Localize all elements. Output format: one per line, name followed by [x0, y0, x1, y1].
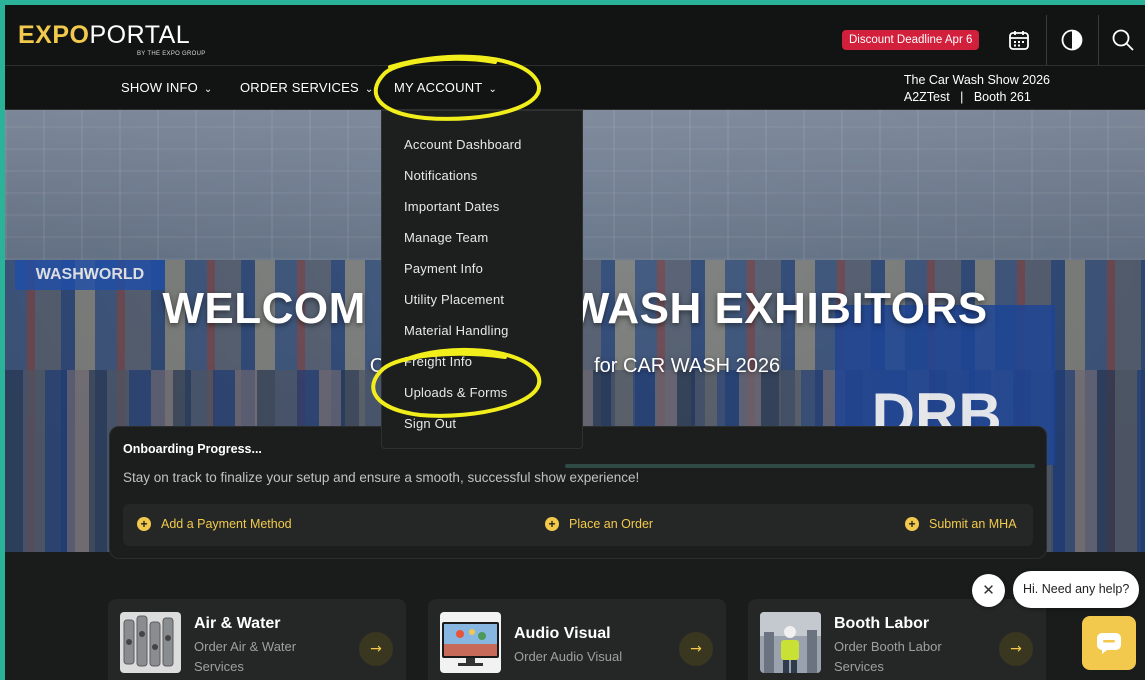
menu-item-notifications[interactable]: Notifications — [404, 168, 477, 183]
expoportal-logo[interactable]: EXPOPORTAL BY THE EXPO GROUP — [18, 21, 205, 58]
nav-order-services[interactable]: ORDER SERVICES ⌄ — [240, 80, 373, 95]
menu-item-account-dashboard[interactable]: Account Dashboard — [404, 137, 522, 152]
chat-close-button[interactable]: ✕ — [972, 574, 1005, 607]
contrast-icon[interactable] — [1051, 15, 1093, 65]
nav-order-services-label: ORDER SERVICES — [240, 80, 359, 95]
company-name: A2ZTest — [903, 90, 950, 104]
menu-item-important-dates[interactable]: Important Dates — [404, 199, 500, 214]
plus-circle-icon: + — [905, 517, 919, 531]
worker-thumbnail — [760, 612, 821, 673]
chat-launcher-button[interactable] — [1082, 616, 1136, 670]
plus-circle-icon: + — [137, 517, 151, 531]
arrow-right-icon[interactable]: → — [679, 632, 713, 666]
toolbar-divider — [1098, 15, 1099, 65]
arrow-right-icon[interactable]: → — [999, 632, 1033, 666]
card-title: Air & Water — [194, 615, 281, 632]
chevron-down-icon: ⌄ — [364, 84, 374, 95]
place-order-button[interactable]: + Place an Order — [545, 517, 653, 531]
card-subtitle: Order Audio Visual — [514, 649, 623, 664]
nav-my-account-label: MY ACCOUNT — [394, 80, 483, 95]
nav-show-info-label: SHOW INFO — [121, 80, 198, 95]
add-payment-method-button[interactable]: + Add a Payment Method — [137, 517, 292, 531]
calendar-icon[interactable] — [998, 15, 1040, 65]
arrow-right-icon[interactable]: → — [359, 632, 393, 666]
plus-circle-icon: + — [545, 517, 559, 531]
my-account-dropdown: Account Dashboard Notifications Importan… — [381, 110, 583, 449]
chevron-down-icon: ⌄ — [488, 84, 498, 95]
submit-mha-button[interactable]: + Submit an MHA — [905, 517, 1017, 531]
show-name: The Car Wash Show 2026 — [903, 73, 1050, 87]
menu-item-sign-out[interactable]: Sign Out — [404, 416, 456, 431]
top-bar: EXPOPORTAL BY THE EXPO GROUP Discount De… — [5, 5, 1145, 66]
nav-my-account[interactable]: MY ACCOUNT ⌄ — [394, 80, 497, 95]
main-nav: SHOW INFO ⌄ ORDER SERVICES ⌄ MY ACCOUNT ⌄ T… — [5, 66, 1145, 110]
service-card-audio-visual[interactable]: Audio Visual Order Audio Visual → — [428, 599, 726, 680]
discount-deadline-badge[interactable]: Discount Deadline Apr 6 — [842, 30, 980, 50]
onboarding-description: Stay on track to finalize your setup and… — [123, 470, 640, 485]
chat-prompt-bubble[interactable]: Hi. Need any help? — [1013, 571, 1140, 608]
separator: | — [960, 90, 964, 104]
card-subtitle: Order Booth Labor Services — [834, 639, 942, 674]
card-title: Audio Visual — [514, 625, 611, 642]
show-company-booth: A2ZTest | Booth 261 — [904, 89, 1050, 106]
logo-portal: PORTAL — [89, 21, 191, 49]
service-card-air-water[interactable]: Air & Water Order Air & Water Services → — [108, 599, 406, 680]
onboarding-actions: + Add a Payment Method + Place an Order + S… — [123, 504, 1033, 546]
booth-number: Booth 261 — [973, 90, 1031, 104]
search-icon[interactable] — [1102, 15, 1144, 65]
card-subtitle: Order Air & Water Services — [194, 639, 297, 674]
logo-subtitle: BY THE EXPO GROUP — [137, 51, 206, 57]
menu-item-payment-info[interactable]: Payment Info — [404, 261, 483, 276]
show-info-panel: The Car Wash Show 2026 A2ZTest | Booth 2… — [904, 72, 1050, 106]
chevron-down-icon: ⌄ — [203, 84, 213, 95]
card-title: Booth Labor — [834, 615, 930, 632]
menu-item-freight-info[interactable]: Freight Info — [404, 354, 472, 369]
menu-item-utility-placement[interactable]: Utility Placement — [404, 292, 504, 307]
onboarding-progress-bar — [565, 464, 1035, 468]
menu-item-material-handling[interactable]: Material Handling — [404, 323, 509, 338]
logo-expo: EXPO — [18, 21, 90, 49]
pipes-thumbnail — [120, 612, 181, 673]
menu-item-uploads-forms[interactable]: Uploads & Forms — [404, 385, 507, 400]
app-frame: EXPOPORTAL BY THE EXPO GROUP Discount De… — [5, 5, 1145, 680]
menu-item-manage-team[interactable]: Manage Team — [404, 230, 488, 245]
toolbar-divider — [1046, 15, 1047, 65]
service-card-booth-labor[interactable]: Booth Labor Order Booth Labor Services → — [748, 599, 1046, 680]
nav-show-info[interactable]: SHOW INFO ⌄ — [121, 80, 213, 95]
chat-icon — [1097, 633, 1121, 654]
screen-thumbnail — [440, 612, 501, 673]
onboarding-title: Onboarding Progress... — [123, 442, 262, 456]
